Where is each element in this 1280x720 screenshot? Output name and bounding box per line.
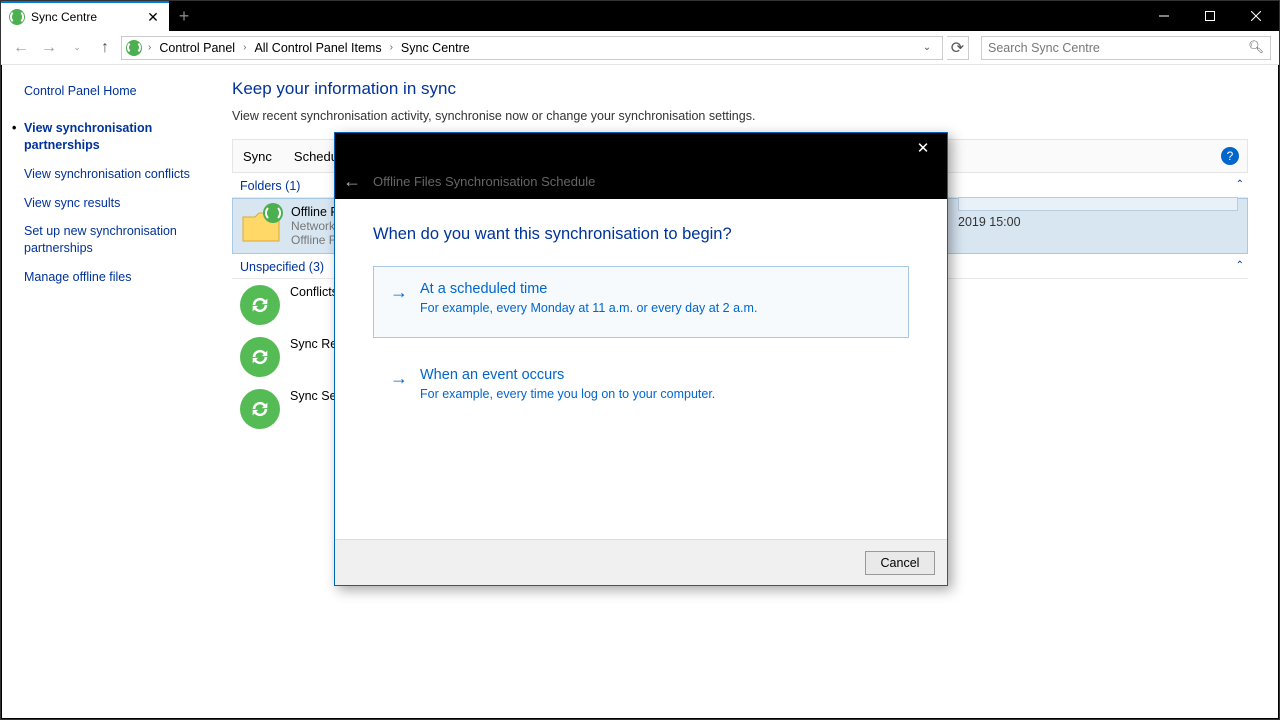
search-placeholder: Search Sync Centre — [988, 41, 1100, 55]
breadcrumb-control-panel[interactable]: Control Panel — [155, 41, 239, 55]
sync-centre-icon — [9, 9, 25, 25]
offline-files-icon — [241, 205, 281, 245]
toolbar-sync-button[interactable]: Sync — [243, 149, 272, 164]
sidebar-home[interactable]: Control Panel Home — [24, 83, 190, 100]
new-tab-button[interactable]: + — [169, 1, 199, 31]
option-event-occurs[interactable]: → When an event occurs For example, ever… — [373, 352, 909, 418]
dialog-crumb-text: Offline Files Synchronisation Schedule — [373, 174, 595, 189]
sync-overlay-icon — [263, 203, 283, 223]
window-titlebar: Sync Centre ✕ + — [1, 1, 1279, 31]
dialog-breadcrumb: ← Offline Files Synchronisation Schedule — [335, 163, 947, 199]
dialog-back-button[interactable]: ← — [343, 171, 361, 192]
page-title: Keep your information in sync — [232, 79, 1248, 99]
collapse-icon[interactable]: ⌃ — [1236, 260, 1244, 271]
schedule-time: 2019 15:00 — [958, 215, 1238, 229]
conflicts-icon — [240, 285, 280, 325]
address-bar: ← → ⌄ ↑ › Control Panel › All Control Pa… — [1, 31, 1279, 65]
breadcrumb-sync-centre[interactable]: Sync Centre — [397, 41, 474, 55]
nav-up-button[interactable]: ↑ — [93, 36, 117, 60]
sidebar: Control Panel Home View synchronisation … — [2, 65, 202, 718]
tab-title: Sync Centre — [31, 10, 145, 24]
dialog-heading: When do you want this synchronisation to… — [373, 225, 909, 244]
cancel-button[interactable]: Cancel — [865, 551, 935, 575]
setup-icon — [240, 389, 280, 429]
dialog-titlebar: ✕ — [335, 133, 947, 163]
option-subtitle: For example, every Monday at 11 a.m. or … — [420, 301, 757, 315]
breadcrumb-all-items[interactable]: All Control Panel Items — [250, 41, 385, 55]
nav-recent-dropdown[interactable]: ⌄ — [65, 36, 89, 60]
results-icon — [240, 337, 280, 377]
option-scheduled-time[interactable]: → At a scheduled time For example, every… — [373, 266, 909, 338]
dialog-footer: Cancel — [335, 539, 947, 585]
refresh-button[interactable]: ⟳ — [947, 36, 969, 60]
help-icon[interactable]: ? — [1221, 147, 1239, 165]
option-title: When an event occurs — [420, 367, 715, 383]
schedule-info: 2019 15:00 — [958, 197, 1238, 229]
window-tab[interactable]: Sync Centre ✕ — [1, 1, 169, 31]
schedule-dialog: ✕ ← Offline Files Synchronisation Schedu… — [334, 132, 948, 586]
arrow-right-icon: → — [390, 369, 408, 387]
page-subtitle: View recent synchronisation activity, sy… — [232, 109, 1248, 123]
option-title: At a scheduled time — [420, 281, 757, 297]
tab-close-icon[interactable]: ✕ — [145, 9, 161, 25]
window-close-button[interactable] — [1233, 1, 1279, 31]
chevron-right-icon: › — [146, 42, 153, 53]
sidebar-item-partnerships[interactable]: View synchronisation partnerships — [24, 120, 190, 154]
search-input[interactable]: Search Sync Centre 🔍︎ — [981, 36, 1271, 60]
sidebar-item-setup[interactable]: Set up new synchronisation partnerships — [24, 223, 190, 257]
window-maximize-button[interactable] — [1187, 1, 1233, 31]
sync-centre-icon — [126, 40, 142, 56]
chevron-right-icon: › — [388, 42, 395, 53]
search-icon: 🔍︎ — [1248, 40, 1264, 55]
window-minimize-button[interactable] — [1141, 1, 1187, 31]
arrow-right-icon: → — [390, 283, 408, 301]
nav-back-button[interactable]: ← — [9, 36, 33, 60]
option-subtitle: For example, every time you log on to yo… — [420, 387, 715, 401]
dialog-close-button[interactable]: ✕ — [903, 134, 943, 162]
collapse-icon[interactable]: ⌃ — [1236, 179, 1244, 190]
sidebar-item-manage-offline[interactable]: Manage offline files — [24, 269, 190, 286]
sidebar-item-conflicts[interactable]: View synchronisation conflicts — [24, 166, 190, 183]
sidebar-item-results[interactable]: View sync results — [24, 195, 190, 212]
address-dropdown-icon[interactable]: ⌄ — [916, 42, 938, 53]
progress-bar — [958, 197, 1238, 211]
chevron-right-icon: › — [241, 42, 248, 53]
nav-forward-button[interactable]: → — [37, 36, 61, 60]
breadcrumb[interactable]: › Control Panel › All Control Panel Item… — [121, 36, 943, 60]
